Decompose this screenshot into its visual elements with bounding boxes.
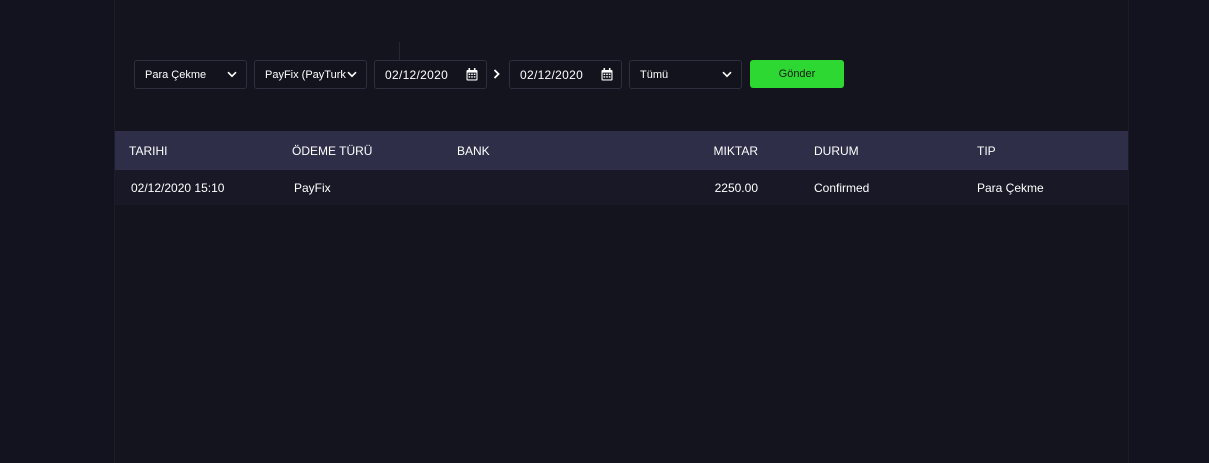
submit-button[interactable]: Gönder	[750, 60, 844, 88]
cell-date: 02/12/2020 15:10	[131, 180, 225, 195]
chevron-right-icon	[490, 66, 502, 82]
column-header-amount[interactable]: MIKTAR	[658, 131, 758, 170]
date-to-value: 02/12/2020	[520, 67, 584, 82]
column-header-payment-type[interactable]: ÖDEME TÜRÜ	[292, 131, 372, 170]
column-header-status[interactable]: DURUM	[814, 131, 859, 170]
cell-status: Confirmed	[814, 180, 870, 195]
date-from-input[interactable]: 02/12/2020	[374, 60, 487, 89]
chevron-down-icon	[721, 69, 733, 81]
chevron-down-icon	[346, 69, 358, 81]
cell-payment-type: PayFix	[294, 180, 331, 195]
cell-amount: 2250.00	[714, 180, 758, 195]
date-from-value: 02/12/2020	[385, 67, 449, 82]
calendar-icon[interactable]	[600, 68, 613, 81]
transaction-type-select[interactable]: Para Çekme	[134, 60, 247, 89]
divider	[399, 42, 400, 60]
column-header-date[interactable]: TARIHI	[129, 131, 167, 170]
cell-type: Para Çekme	[977, 180, 1044, 195]
column-header-type[interactable]: TIP	[977, 131, 996, 170]
table-row: 02/12/2020 15:10 PayFix 2250.00 Confirme…	[115, 170, 1128, 205]
status-select-value: Tümü	[640, 68, 669, 81]
payment-method-select[interactable]: PayFix (PayTurka)	[254, 60, 367, 89]
transaction-type-value: Para Çekme	[145, 68, 207, 81]
column-header-bank[interactable]: BANK	[457, 131, 490, 170]
payment-method-value: PayFix (PayTurka)	[265, 68, 346, 81]
table-header: TARIHI ÖDEME TÜRÜ BANK MIKTAR DURUM TIP	[115, 131, 1128, 170]
date-to-input[interactable]: 02/12/2020	[509, 60, 622, 89]
transactions-table: TARIHI ÖDEME TÜRÜ BANK MIKTAR DURUM TIP …	[115, 131, 1128, 205]
chevron-down-icon	[226, 69, 238, 81]
page: Para Çekme PayFix (PayTurka) 02/12/2020 …	[0, 0, 1209, 463]
calendar-icon[interactable]	[465, 68, 478, 81]
status-select[interactable]: Tümü	[629, 60, 742, 89]
